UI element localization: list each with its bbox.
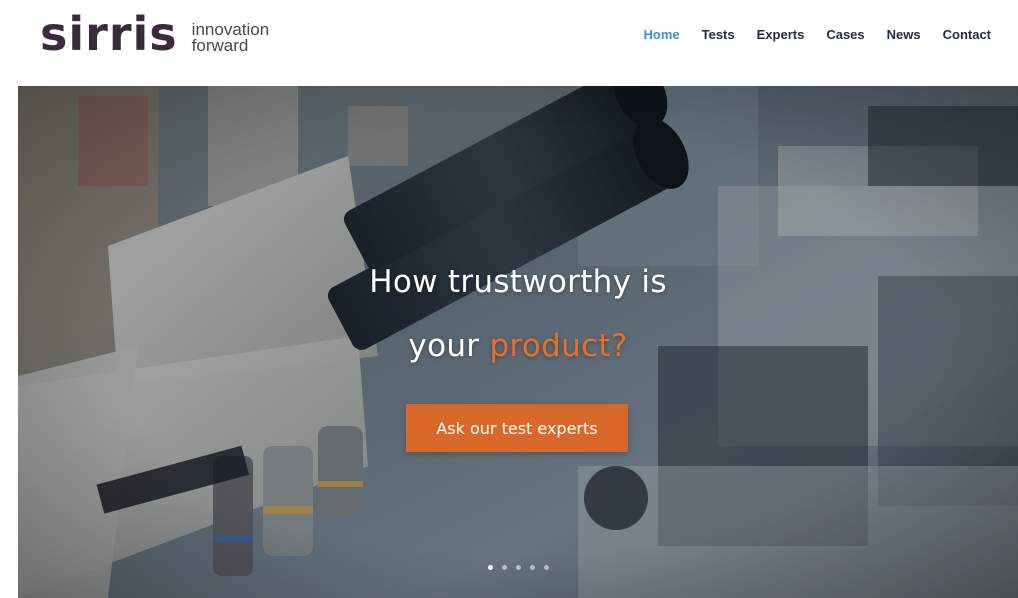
- carousel-dot-3[interactable]: [515, 565, 521, 570]
- nav-item-cases[interactable]: Cases: [826, 27, 864, 43]
- nav-item-contact[interactable]: Contact: [943, 27, 991, 43]
- nav-item-home[interactable]: Home: [644, 27, 680, 43]
- hero-headline-prefix: your: [408, 328, 490, 364]
- carousel-dot-1[interactable]: [487, 565, 493, 570]
- carousel-dot-2[interactable]: [501, 565, 507, 570]
- logo-tagline-line2: forward: [191, 36, 249, 55]
- hero-headline-line2: your product?: [18, 328, 1018, 364]
- nav-item-news[interactable]: News: [887, 27, 921, 43]
- nav-item-experts[interactable]: Experts: [757, 27, 805, 43]
- carousel-dot-5[interactable]: [543, 565, 549, 570]
- hero-carousel: How trustworthy is your product? Ask our…: [18, 86, 1018, 598]
- carousel-pagination: [18, 565, 1018, 570]
- carousel-dot-4[interactable]: [529, 565, 535, 570]
- site-header: sirris innovation forward Home Tests Exp…: [0, 0, 1018, 86]
- logo-tagline: innovation forward: [191, 21, 270, 55]
- hero-headline-line1: How trustworthy is: [369, 264, 667, 300]
- nav-item-tests[interactable]: Tests: [702, 27, 735, 43]
- sirris-logo[interactable]: sirris innovation forward: [40, 8, 269, 60]
- main-nav: Home Tests Experts Cases News Contact: [622, 27, 992, 43]
- ask-test-experts-button[interactable]: Ask our test experts: [406, 404, 628, 452]
- logo-wordmark: sirris: [40, 7, 178, 61]
- hero-headline-accent: product?: [489, 328, 628, 364]
